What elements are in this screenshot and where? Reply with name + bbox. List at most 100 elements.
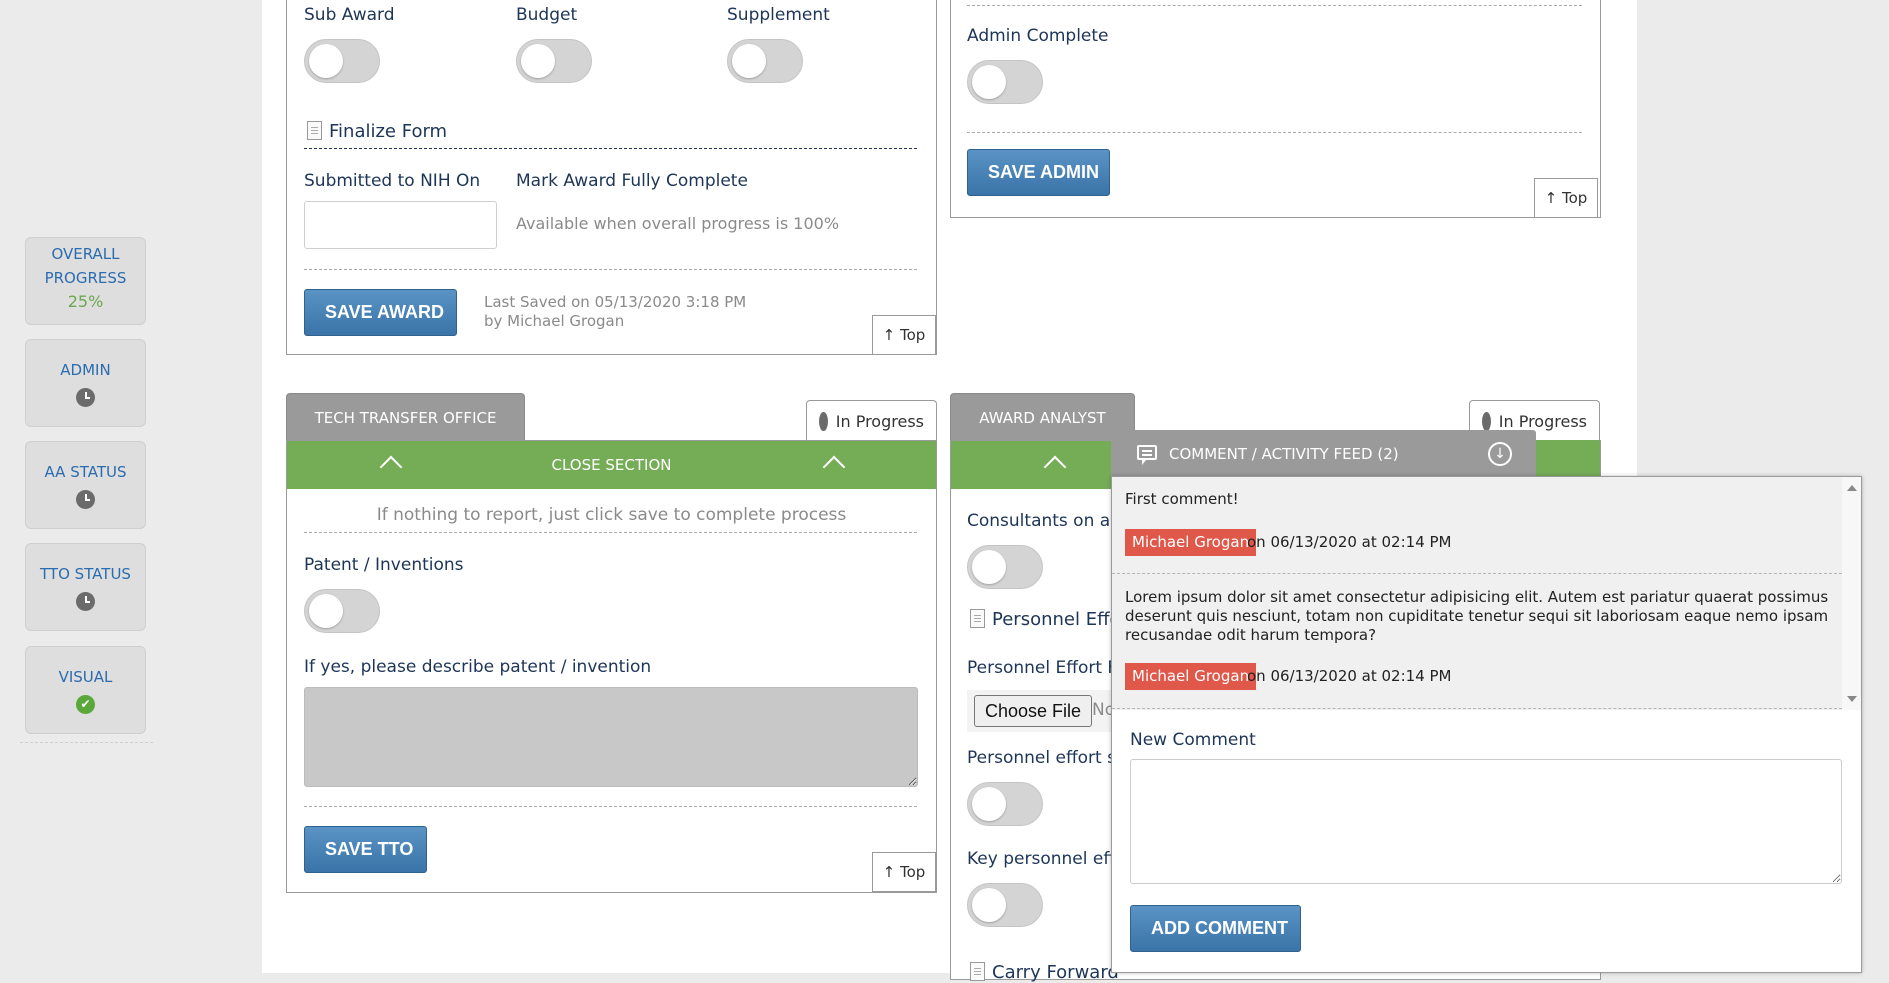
check-circle-icon: ✔: [76, 695, 95, 714]
tto-panel: Close Section If nothing to report, just…: [286, 440, 937, 893]
status-tile-admin[interactable]: Admin: [25, 339, 146, 427]
divider: [304, 806, 917, 807]
scroll-up-arrow-icon[interactable]: [1847, 485, 1857, 491]
divider: [304, 532, 917, 533]
sub-award-label: Sub Award: [304, 5, 395, 25]
tab-tech-transfer-office[interactable]: Tech Transfer Office: [286, 393, 525, 441]
submitted-nih-label: Submitted to NIH On: [304, 171, 481, 191]
admin-complete-label: Admin Complete: [967, 26, 1109, 46]
status-tile-aa[interactable]: AA Status: [25, 441, 146, 529]
comment-feed-title: Comment / Activity Feed (2): [1169, 445, 1399, 463]
finalize-form-heading: Finalize Form: [329, 121, 448, 142]
arrow-up-icon: ↑: [882, 326, 901, 344]
tto-status-badge: In Progress: [806, 400, 937, 442]
status-tile-label: Visual: [58, 668, 113, 686]
top-link-label: Top: [900, 863, 926, 881]
award-panel: Sub Award Budget Supplement Finalize For…: [286, 0, 937, 355]
comment-feed-panel: First comment! Michael Grogan on 06/13/2…: [1111, 476, 1862, 973]
personnel-effort-file-label: Personnel Effort Fi: [967, 658, 1121, 678]
save-award-button[interactable]: SAVE AWARD: [304, 289, 457, 336]
divider: [304, 269, 917, 270]
sub-award-toggle[interactable]: [304, 39, 380, 83]
save-tto-button[interactable]: SAVE TTO: [304, 826, 427, 873]
status-tile-tto[interactable]: TTO Status: [25, 543, 146, 631]
document-icon: [970, 962, 985, 981]
comment-bubble-icon: [1137, 445, 1157, 465]
document-icon: [307, 121, 322, 140]
budget-label: Budget: [516, 5, 578, 25]
budget-toggle[interactable]: [516, 39, 592, 83]
tab-label: Tech Transfer Office: [314, 408, 497, 427]
tto-hint: If nothing to report, just click save to…: [376, 505, 847, 525]
divider: [967, 5, 1582, 6]
clock-icon: [76, 592, 95, 611]
comment-list[interactable]: First comment! Michael Grogan on 06/13/2…: [1112, 477, 1842, 710]
patent-toggle[interactable]: [304, 589, 380, 633]
close-section-bar[interactable]: Close Section: [287, 441, 936, 489]
personnel-effort-sent-label: Personnel effort se: [967, 748, 1127, 768]
consultants-label: Consultants on aw: [967, 511, 1125, 531]
clock-icon: [76, 388, 95, 407]
tab-label: Award Analyst: [979, 408, 1106, 427]
comment-item: Lorem ipsum dolor sit amet consectetur a…: [1112, 574, 1842, 709]
add-comment-button[interactable]: ADD COMMENT: [1130, 905, 1301, 952]
mark-complete-note: Available when overall progress is 100%: [516, 214, 840, 233]
comment-item: First comment! Michael Grogan on 06/13/2…: [1112, 477, 1842, 574]
document-icon: [970, 609, 985, 628]
comment-meta: on 06/13/2020 at 02:14 PM: [1247, 667, 1452, 685]
top-link[interactable]: ↑ Top: [1534, 178, 1598, 218]
status-text: In Progress: [1498, 412, 1587, 431]
comment-author-tag[interactable]: Michael Grogan: [1125, 529, 1257, 556]
nav-divider: [20, 742, 153, 743]
admin-panel: Admin Complete SAVE ADMIN ↑ Top: [950, 0, 1601, 218]
describe-patent-textarea[interactable]: [304, 687, 918, 787]
supplement-toggle[interactable]: [727, 39, 803, 83]
personnel-effort-sent-toggle[interactable]: [967, 782, 1043, 826]
supplement-label: Supplement: [727, 5, 830, 25]
comment-list-scrollbar[interactable]: [1842, 477, 1861, 710]
submitted-nih-input[interactable]: [304, 201, 497, 249]
status-tile-label: Admin: [60, 361, 111, 379]
tab-award-analyst[interactable]: Award Analyst: [950, 393, 1135, 441]
comment-text: First comment!: [1125, 490, 1239, 508]
status-text: In Progress: [835, 412, 924, 431]
key-personnel-toggle[interactable]: [967, 883, 1043, 927]
status-tile-label: AA Status: [44, 463, 127, 481]
last-saved-line1: Last Saved on 05/13/2020 3:18 PM: [484, 293, 747, 311]
comment-text: Lorem ipsum dolor sit amet consectetur a…: [1125, 588, 1829, 644]
arrow-up-icon: ↑: [882, 863, 901, 881]
patent-label: Patent / Inventions: [304, 555, 464, 575]
clock-icon: [76, 490, 95, 509]
admin-complete-toggle[interactable]: [967, 60, 1043, 104]
clock-icon: [819, 412, 833, 431]
comment-author-tag[interactable]: Michael Grogan: [1125, 663, 1257, 690]
top-link[interactable]: ↑ Top: [872, 315, 936, 355]
status-tile-label: TTO Status: [40, 565, 131, 583]
overall-progress-value: 25%: [67, 292, 104, 311]
choose-file-button[interactable]: Choose File: [974, 695, 1093, 727]
divider: [967, 132, 1582, 133]
top-link-label: Top: [1562, 189, 1588, 207]
save-admin-button[interactable]: SAVE ADMIN: [967, 149, 1110, 196]
collapse-down-icon[interactable]: ↓: [1488, 442, 1512, 466]
new-comment-textarea[interactable]: [1130, 759, 1842, 884]
key-personnel-label: Key personnel effo: [967, 849, 1126, 869]
status-tile-visual[interactable]: Visual ✔: [25, 646, 146, 734]
clock-icon: [1482, 412, 1496, 431]
comment-feed-header[interactable]: Comment / Activity Feed (2) ↓: [1111, 430, 1536, 478]
chevron-up-icon: [1043, 455, 1067, 479]
top-link-label: Top: [900, 326, 926, 344]
personnel-effort-heading: Personnel Effor: [992, 609, 1128, 630]
last-saved-line2: by Michael Grogan: [484, 312, 625, 330]
arrow-up-icon: ↑: [1544, 189, 1563, 207]
finalize-divider: [304, 148, 917, 149]
scroll-down-arrow-icon[interactable]: [1847, 696, 1857, 702]
new-comment-label: New Comment: [1130, 730, 1256, 750]
consultants-toggle[interactable]: [967, 545, 1043, 589]
comment-meta: on 06/13/2020 at 02:14 PM: [1247, 533, 1452, 551]
top-link[interactable]: ↑ Top: [872, 852, 936, 892]
overall-progress-tile[interactable]: Overall Progress 25%: [25, 237, 146, 325]
mark-complete-label: Mark Award Fully Complete: [516, 171, 748, 191]
overall-progress-label: Overall Progress: [44, 245, 127, 287]
describe-patent-label: If yes, please describe patent / inventi…: [304, 657, 652, 677]
